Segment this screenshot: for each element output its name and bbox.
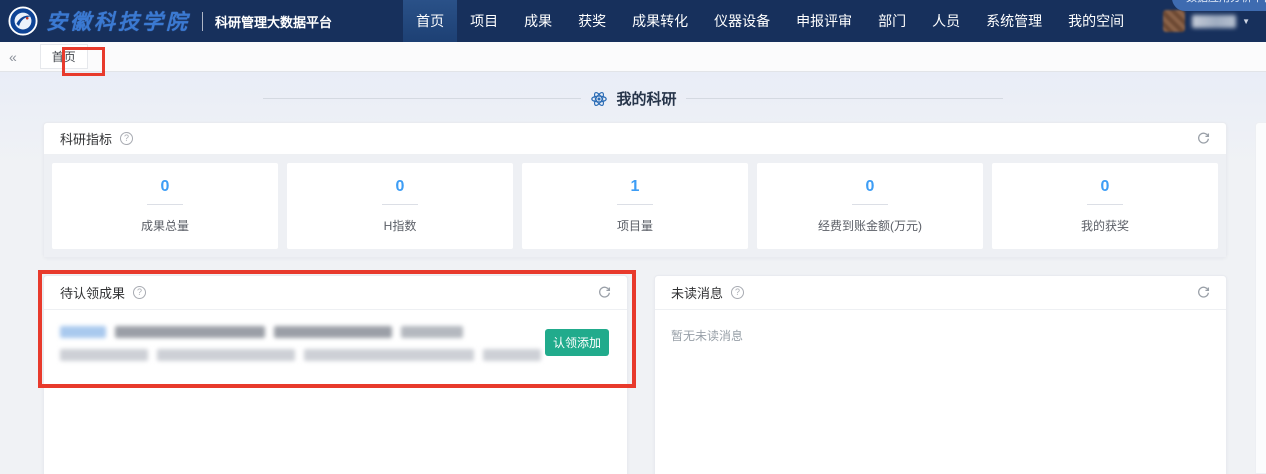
panel-title: 未读消息 [671,283,723,302]
main-nav: 首页 项目 成果 获奖 成果转化 仪器设备 申报评审 部门 人员 系统管理 我的… [403,0,1137,42]
research-atom-icon [590,90,608,108]
panel-header: 未读消息 ? [655,276,1226,310]
collapse-sidebar-icon[interactable]: « [0,49,26,65]
stat-value: 0 [396,178,405,196]
avatar[interactable] [1163,10,1185,32]
nav-item-my-space[interactable]: 我的空间 [1055,0,1137,42]
right-edge-panel [1255,122,1266,474]
section-my-research: 我的科研 [263,88,1003,109]
stat-label: 我的获奖 [1081,217,1129,234]
redacted-text [115,326,265,338]
logo: 安徽科技学院 科研管理大数据平台 [0,6,332,36]
refresh-icon[interactable] [1197,286,1210,299]
divider [382,204,418,205]
nav-item-awards[interactable]: 获奖 [565,0,619,42]
university-emblem-icon [8,6,38,36]
unclaimed-achievements-panel: 待认领成果 ? 认领添加 [43,275,628,474]
nav-item-departments[interactable]: 部门 [865,0,919,42]
help-icon[interactable]: ? [120,132,133,145]
nav-item-home[interactable]: 首页 [403,0,457,42]
data-analysis-platform-button[interactable]: 数据应用分析平台 [1172,0,1266,11]
university-name: 安徽科技学院 [46,6,190,36]
redacted-text [60,349,148,361]
chevron-down-icon[interactable]: ▼ [1242,17,1250,26]
empty-state-text: 暂无未读消息 [655,310,1226,361]
research-indicators-panel: 科研指标 ? 0 成果总量 0 H指数 1 项目量 0 经费到账金额(万元 [43,122,1227,258]
nav-item-instruments[interactable]: 仪器设备 [701,0,783,42]
nav-item-achievements[interactable]: 成果 [511,0,565,42]
panel-title: 待认领成果 [60,283,125,302]
stat-card-total-achievements[interactable]: 0 成果总量 [52,163,278,249]
help-icon[interactable]: ? [133,286,146,299]
divider [852,204,888,205]
redacted-tag [60,326,106,338]
redacted-text [274,326,392,338]
redacted-line-2 [60,349,545,361]
panel-title: 科研指标 [60,129,112,148]
nav-item-personnel[interactable]: 人员 [919,0,973,42]
panel-header: 待认领成果 ? [44,276,627,310]
nav-item-review[interactable]: 申报评审 [783,0,865,42]
stat-value: 0 [866,178,875,196]
divider [686,98,1004,99]
divider [617,204,653,205]
app-header: 安徽科技学院 科研管理大数据平台 首页 项目 成果 获奖 成果转化 仪器设备 申… [0,0,1266,42]
redacted-text [483,349,541,361]
tab-home[interactable]: 首页 [40,44,88,69]
claim-item-text-redacted [60,326,545,372]
user-name-redacted [1192,15,1236,28]
stat-label: 经费到账金额(万元) [818,217,922,234]
nav-item-system-admin[interactable]: 系统管理 [973,0,1055,42]
help-icon[interactable]: ? [731,286,744,299]
nav-item-projects[interactable]: 项目 [457,0,511,42]
stat-card-my-awards[interactable]: 0 我的获奖 [992,163,1218,249]
page-title: 我的科研 [617,88,677,109]
stats-cards: 0 成果总量 0 H指数 1 项目量 0 经费到账金额(万元) 0 我的获奖 [44,155,1226,257]
stat-label: H指数 [384,217,417,234]
divider [1087,204,1123,205]
stat-card-h-index[interactable]: 0 H指数 [287,163,513,249]
panel-header: 科研指标 ? [44,123,1226,155]
tab-bar: « 首页 [0,42,1266,72]
refresh-icon[interactable] [1197,132,1210,145]
stat-value: 0 [161,178,170,196]
stat-card-project-count[interactable]: 1 项目量 [522,163,748,249]
divider [147,204,183,205]
stat-label: 成果总量 [141,217,189,234]
redacted-text [304,349,474,361]
user-menu[interactable]: ▼ [1163,10,1250,32]
stat-value: 0 [1101,178,1110,196]
redacted-text [401,326,463,338]
platform-title: 科研管理大数据平台 [202,12,332,31]
claim-list-item: 认领添加 [44,310,627,388]
stat-label: 项目量 [617,217,653,234]
stat-card-funds-received[interactable]: 0 经费到账金额(万元) [757,163,983,249]
unread-messages-panel: 未读消息 ? 暂无未读消息 [654,275,1227,474]
redacted-text [157,349,295,361]
redacted-line-1 [60,326,545,338]
stat-value: 1 [631,178,640,196]
divider [263,98,581,99]
nav-item-transformation[interactable]: 成果转化 [619,0,701,42]
claim-add-button[interactable]: 认领添加 [545,329,609,356]
refresh-icon[interactable] [598,286,611,299]
